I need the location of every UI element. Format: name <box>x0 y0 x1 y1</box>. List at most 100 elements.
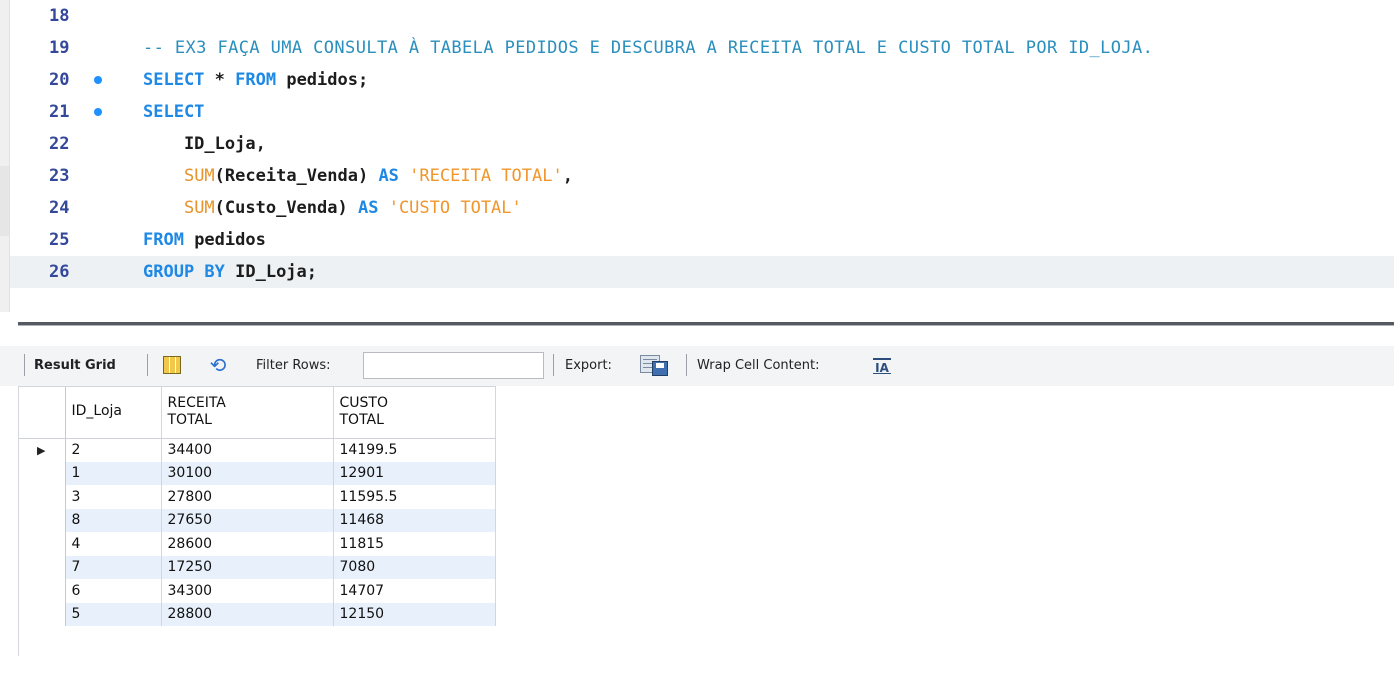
code-line[interactable]: 21 SELECT <box>10 96 1394 128</box>
toolbar-separator <box>147 354 148 376</box>
code-line[interactable]: 18 <box>10 0 1394 32</box>
result-grid[interactable]: ID_Loja RECEITA TOTAL CUSTO TOTAL ▶ 2 34400 1… <box>18 386 496 626</box>
code-text[interactable]: -- EX3 FAÇA UMA CONSULTA À TABELA PEDIDO… <box>143 32 1153 64</box>
table-cell[interactable]: 8 <box>65 508 162 532</box>
table-cell[interactable]: 27650 <box>161 508 334 532</box>
table-cell[interactable]: 7 <box>65 555 162 579</box>
code-text[interactable]: ID_Loja, <box>143 128 266 160</box>
filter-rows-input[interactable] <box>363 352 544 379</box>
table-cell[interactable]: 2 <box>65 438 162 462</box>
grid-body: ▶ 2 34400 14199.5 1 30100 12901 3 27800 11595.5 8 2… <box>18 438 496 626</box>
column-header-id-loja[interactable]: ID_Loja <box>65 386 162 439</box>
table-cell[interactable]: 14707 <box>333 579 496 603</box>
current-row-arrow-icon: ▶ <box>37 444 46 457</box>
table-cell[interactable]: 3 <box>65 485 162 509</box>
result-grid-tab[interactable]: Result Grid <box>34 346 116 386</box>
line-number: 24 <box>49 198 70 218</box>
table-cell[interactable]: 34400 <box>161 438 334 462</box>
grid-header-row: ID_Loja RECEITA TOTAL CUSTO TOTAL <box>18 386 496 439</box>
table-cell[interactable]: 11468 <box>333 508 496 532</box>
code-token: (Receita_Venda) <box>214 166 379 186</box>
code-text[interactable]: SELECT <box>143 96 204 128</box>
code-token: , <box>562 166 573 186</box>
code-line[interactable]: 23 SUM(Receita_Venda) AS 'RECEITA TOTAL'… <box>10 160 1394 192</box>
table-cell[interactable]: 1 <box>65 461 162 485</box>
table-row[interactable]: 3 27800 11595.5 <box>18 485 496 509</box>
refresh-icon[interactable]: ⟲ <box>207 354 229 376</box>
code-token: FROM <box>235 70 277 90</box>
table-cell[interactable]: 11815 <box>333 532 496 556</box>
statement-marker-icon <box>94 108 102 116</box>
result-toolbar: Result Grid ⟲ Filter Rows: Export: Wrap … <box>0 346 1394 386</box>
code-line[interactable]: 19 -- EX3 FAÇA UMA CONSULTA À TABELA PEDI… <box>10 32 1394 64</box>
code-text[interactable]: SELECT * FROM pedidos; <box>143 64 368 96</box>
table-cell[interactable]: 11595.5 <box>333 485 496 509</box>
table-cell[interactable]: 28600 <box>161 532 334 556</box>
table-cell[interactable]: 14199.5 <box>333 438 496 462</box>
table-cell[interactable]: 17250 <box>161 555 334 579</box>
table-cell[interactable]: 12150 <box>333 602 496 626</box>
table-cell[interactable]: 34300 <box>161 579 334 603</box>
line-number: 20 <box>49 70 70 90</box>
code-token: SUM <box>183 166 215 186</box>
table-row[interactable]: 8 27650 11468 <box>18 508 496 532</box>
table-cell[interactable]: 27800 <box>161 485 334 509</box>
code-token: 'RECEITA TOTAL' <box>409 166 563 186</box>
editor-strip-nub <box>0 166 9 236</box>
code-token: ID_Loja, <box>143 134 266 154</box>
row-header[interactable] <box>18 485 66 509</box>
code-token: SELECT <box>143 102 205 122</box>
code-line[interactable]: 20 SELECT * FROM pedidos; <box>10 64 1394 96</box>
toolbar-separator <box>24 354 25 376</box>
row-header[interactable] <box>18 579 66 603</box>
table-row[interactable]: 4 28600 11815 <box>18 532 496 556</box>
code-line[interactable]: 25 FROM pedidos <box>10 224 1394 256</box>
row-header[interactable] <box>18 555 66 579</box>
row-header[interactable] <box>18 532 66 556</box>
code-line[interactable]: 24 SUM(Custo_Venda) AS 'CUSTO TOTAL' <box>10 192 1394 224</box>
code-line[interactable]: 22 ID_Loja, <box>10 128 1394 160</box>
wrap-cell-content-icon[interactable]: IA <box>873 358 891 375</box>
toolbar-separator <box>686 354 687 376</box>
line-number: 22 <box>49 134 70 154</box>
table-cell[interactable]: 30100 <box>161 461 334 485</box>
code-text[interactable]: FROM pedidos <box>143 224 266 256</box>
pane-splitter[interactable] <box>0 312 1394 346</box>
filter-rows-label: Filter Rows: <box>256 358 331 373</box>
code-text[interactable]: GROUP BY ID_Loja; <box>143 256 317 288</box>
table-row[interactable]: 1 30100 12901 <box>18 461 496 485</box>
code-token: FROM <box>143 230 184 250</box>
sql-editor[interactable]: 18 19 -- EX3 FAÇA UMA CONSULTA À TABELA PE… <box>0 0 1394 312</box>
code-token: pedidos <box>183 230 266 250</box>
row-header[interactable] <box>18 461 66 485</box>
row-header[interactable] <box>18 508 66 532</box>
grid-view-icon[interactable] <box>163 356 181 374</box>
code-text[interactable]: SUM(Custo_Venda) AS 'CUSTO TOTAL' <box>143 192 522 224</box>
code-line[interactable]: 26 GROUP BY ID_Loja; <box>10 256 1394 288</box>
code-token: SELECT <box>143 70 205 90</box>
column-header-custo-total[interactable]: CUSTO TOTAL <box>333 386 496 439</box>
column-header-receita-total[interactable]: RECEITA TOTAL <box>161 386 334 439</box>
table-cell[interactable]: 12901 <box>333 461 496 485</box>
table-cell[interactable]: 28800 <box>161 602 334 626</box>
export-label: Export: <box>565 358 612 373</box>
export-icon[interactable] <box>640 355 670 377</box>
table-cell[interactable]: 6 <box>65 579 162 603</box>
row-header[interactable]: ▶ <box>18 438 66 462</box>
code-text[interactable]: SUM(Receita_Venda) AS 'RECEITA TOTAL', <box>143 160 573 192</box>
table-cell[interactable]: 4 <box>65 532 162 556</box>
line-number: 18 <box>49 6 70 26</box>
code-token: * <box>204 70 236 90</box>
row-header[interactable] <box>18 602 66 626</box>
table-row[interactable]: 5 28800 12150 <box>18 602 496 626</box>
table-row[interactable]: 7 17250 7080 <box>18 555 496 579</box>
table-row[interactable]: 6 34300 14707 <box>18 579 496 603</box>
code-token: AS <box>357 198 379 218</box>
table-cell[interactable]: 5 <box>65 602 162 626</box>
table-row[interactable]: ▶ 2 34400 14199.5 <box>18 438 496 462</box>
table-cell[interactable]: 7080 <box>333 555 496 579</box>
splitter-shadow <box>18 325 1394 326</box>
